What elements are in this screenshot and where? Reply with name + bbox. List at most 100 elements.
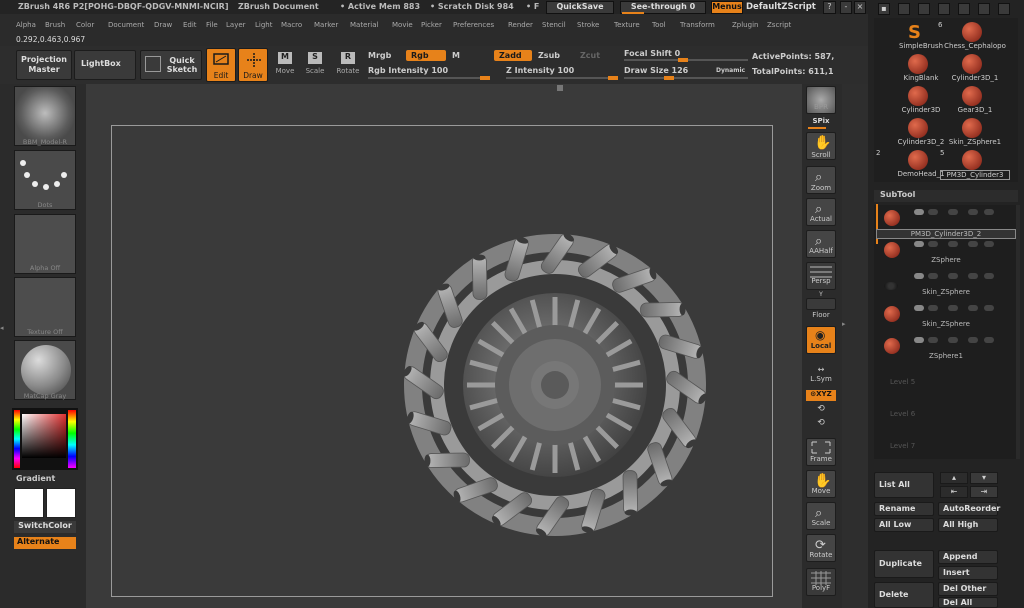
subtool-toggle-icon[interactable] [984, 209, 994, 215]
dynamic-button[interactable]: Dynamic [716, 67, 745, 74]
subtool-toggle-icon[interactable] [928, 209, 938, 215]
draw-size-track[interactable] [624, 76, 748, 80]
move-up-icon[interactable]: ▴ [940, 472, 968, 484]
subtool-item[interactable]: Level 6 [876, 410, 1016, 418]
move-top-icon[interactable]: ⇤ [940, 486, 968, 498]
export-tool-icon[interactable] [938, 3, 950, 15]
minimize-icon[interactable]: - [840, 1, 852, 14]
close-icon[interactable]: × [854, 1, 866, 14]
subtool-toggle-icon[interactable] [948, 209, 958, 215]
rotate-y-icon[interactable]: ⟲ [802, 404, 840, 414]
del-all-button[interactable]: Del All [938, 597, 998, 608]
tool-thumb-9[interactable] [962, 150, 982, 170]
tool-thumb-6[interactable] [908, 118, 928, 138]
subtool-item[interactable]: ZSphere1 [876, 352, 1016, 360]
subtool-toggle-icon[interactable] [928, 305, 938, 311]
move-bottom-icon[interactable]: ⇥ [970, 486, 998, 498]
menu-item-color[interactable]: Color [76, 21, 94, 29]
rgb-intensity-track[interactable] [368, 76, 490, 80]
subtool-thumb-0[interactable] [884, 210, 900, 226]
collapse-left-icon[interactable]: ◂ [0, 324, 6, 334]
clone-tool-icon[interactable] [958, 3, 970, 15]
tool-label[interactable]: Skin_ZSphere1 [940, 138, 1010, 146]
menu-item-marker[interactable]: Marker [314, 21, 338, 29]
spix-slider[interactable]: SPix [802, 117, 840, 125]
xyz-button[interactable]: ⊙XYZ [806, 390, 836, 401]
load-tool-icon[interactable]: ▪ [878, 3, 890, 15]
hue-strip-right[interactable] [68, 410, 76, 468]
rgb-button[interactable]: Rgb [406, 50, 446, 61]
subtool-toggle-icon[interactable] [928, 273, 938, 279]
del-other-button[interactable]: Del Other [938, 582, 998, 596]
menu-item-movie[interactable]: Movie [392, 21, 413, 29]
subtool-toggle-icon[interactable] [968, 305, 978, 311]
secondary-color-swatch[interactable] [46, 488, 76, 518]
color-picker[interactable] [12, 408, 78, 470]
tool-thumb-3[interactable] [962, 54, 982, 74]
subtool-item[interactable]: PM3D_Cylinder3D_2 [876, 229, 1016, 239]
menu-item-texture[interactable]: Texture [614, 21, 640, 29]
subtool-toggle-icon[interactable] [928, 337, 938, 343]
focal-shift-slider[interactable]: Focal Shift 0 [624, 49, 680, 58]
menu-item-stroke[interactable]: Stroke [577, 21, 599, 29]
menu-item-render[interactable]: Render [508, 21, 533, 29]
alternate-button[interactable]: Alternate [14, 537, 76, 549]
duplicate-button[interactable]: Duplicate [874, 550, 934, 578]
subtool-toggle-icon[interactable] [968, 273, 978, 279]
subtool-toggle-icon[interactable] [948, 337, 958, 343]
subtool-item[interactable]: ZSphere [876, 256, 1016, 264]
tool-label[interactable]: Gear3D_1 [940, 106, 1010, 114]
tool-thumb-0[interactable]: S [908, 22, 928, 43]
tool-thumb-4[interactable] [908, 86, 928, 106]
subtool-item[interactable]: Skin_ZSphere [876, 288, 1016, 296]
floor-button[interactable] [806, 298, 836, 310]
subtool-toggle-icon[interactable] [948, 273, 958, 279]
rotate-button[interactable]: R Rotate [334, 50, 362, 80]
3d-model-cylinder-spiral[interactable] [395, 225, 715, 555]
quick-sketch-button[interactable]: Quick Sketch [140, 50, 202, 80]
import-tool-icon[interactable] [918, 3, 930, 15]
rgb-intensity-slider[interactable]: Rgb Intensity 100 [368, 66, 448, 75]
subtool-toggle-icon[interactable] [984, 241, 994, 247]
auto-reorder-button[interactable]: AutoReorder [938, 502, 1000, 516]
quicksave-button[interactable]: QuickSave [546, 1, 614, 14]
mrgb-button[interactable]: Mrgb [368, 51, 391, 60]
tool-label[interactable]: Cylinder3D_1 [940, 74, 1010, 82]
subtool-toggle-icon[interactable] [948, 305, 958, 311]
menu-item-edit[interactable]: Edit [183, 21, 197, 29]
menu-item-file[interactable]: File [206, 21, 218, 29]
subtool-item[interactable]: Level 7 [876, 442, 1016, 450]
brush-thumbnail[interactable] [14, 86, 76, 146]
rotate-z-icon[interactable]: ⟲ [802, 418, 840, 428]
collapse-right-icon[interactable]: ▸ [842, 320, 850, 332]
subtool-toggle-icon[interactable] [914, 241, 924, 247]
edit-button[interactable]: Edit [206, 48, 236, 82]
focal-shift-track[interactable] [624, 58, 748, 62]
append-button[interactable]: Append [938, 550, 998, 564]
saturation-square[interactable] [22, 414, 66, 458]
subtool-toggle-icon[interactable] [984, 305, 994, 311]
polymesh-tool-icon[interactable] [978, 3, 990, 15]
save-tool-icon[interactable] [898, 3, 910, 15]
subtool-toggle-icon[interactable] [968, 241, 978, 247]
main-color-swatch[interactable] [14, 488, 44, 518]
menu-item-zplugin[interactable]: Zplugin [732, 21, 758, 29]
zcut-button[interactable]: Zcut [580, 51, 600, 60]
menu-item-tool[interactable]: Tool [652, 21, 666, 29]
subtool-toggle-icon[interactable] [984, 337, 994, 343]
move-button[interactable]: M Move [272, 50, 298, 80]
subtool-toggle-icon[interactable] [914, 337, 924, 343]
menu-item-document[interactable]: Document [108, 21, 144, 29]
canvas-handle[interactable] [557, 85, 563, 91]
zsub-button[interactable]: Zsub [538, 51, 560, 60]
gradient-label[interactable]: Gradient [16, 474, 55, 483]
all-low-button[interactable]: All Low [874, 518, 934, 532]
menu-item-alpha[interactable]: Alpha [16, 21, 36, 29]
tool-thumb-8[interactable] [908, 150, 928, 170]
projection-master-button[interactable]: Projection Master [16, 50, 72, 80]
switch-color-button[interactable]: SwitchColor [14, 521, 76, 533]
draw-size-slider[interactable]: Draw Size 126 [624, 66, 688, 75]
hue-strip[interactable] [14, 410, 20, 468]
menus-button[interactable]: Menus [711, 1, 743, 14]
insert-button[interactable]: Insert [938, 566, 998, 580]
